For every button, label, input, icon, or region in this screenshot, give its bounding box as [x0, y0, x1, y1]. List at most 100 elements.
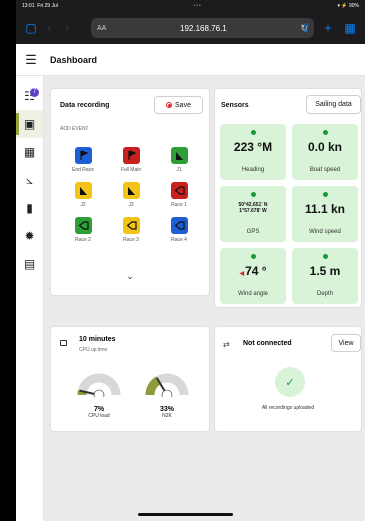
connection-status: Not connected	[243, 340, 292, 347]
check-icon: ✓	[275, 367, 305, 397]
cpu-uptime-value: 10 minutes	[79, 336, 116, 343]
status-dot-icon	[250, 130, 256, 135]
sail-icon	[127, 187, 135, 195]
event-label: J3	[128, 202, 134, 208]
flag-icon	[79, 150, 89, 160]
gauge-value: 7%	[93, 406, 105, 413]
sensor-value-text: 11.1 kn	[304, 202, 346, 216]
sidebar-item-grid[interactable]: ▦	[16, 138, 43, 166]
sensor-value: 11.1 kn	[305, 202, 345, 216]
event-label: Full Main	[120, 167, 142, 173]
event-label: Race 4	[171, 237, 187, 243]
gauge-dial	[77, 373, 121, 401]
notification-badge: 7	[30, 88, 39, 97]
status-date: Fri 29 Jul	[37, 3, 58, 9]
sensor-tile[interactable]: 0.0 kn Boat speed	[292, 124, 358, 180]
sensors-title: Sensors	[221, 102, 249, 109]
sensors-card: Sensors Sailing data 223 °M Heading 0.0 kn…	[214, 88, 362, 308]
event-item[interactable]: J1	[155, 147, 203, 173]
event-label: End Race	[72, 167, 94, 173]
dashboard-icon: ▣	[23, 117, 36, 131]
battery-level: 90%	[348, 3, 359, 9]
sail-icon	[79, 187, 87, 195]
sidebar-item-list[interactable]: ☷ 7	[16, 82, 43, 110]
arrow-left-icon	[174, 186, 185, 195]
event-item[interactable]: Race 1	[155, 182, 203, 208]
tabs-overview-icon[interactable]: ▦	[341, 21, 359, 35]
sensor-value: 223 °M	[234, 140, 272, 154]
forward-icon[interactable]: ›	[58, 21, 76, 35]
view-button[interactable]: View	[331, 334, 361, 352]
new-tab-icon[interactable]: +	[319, 21, 337, 35]
address-bar[interactable]: AA 192.168.76.1 ↻	[91, 18, 314, 38]
status-bar: 13:01 Fri 29 Jul ••• ▾ ⚡ 90%	[16, 0, 365, 12]
event-button[interactable]	[122, 217, 140, 234]
event-item[interactable]: Full Main	[107, 147, 155, 173]
event-item[interactable]: Race 2	[59, 217, 107, 243]
event-label: Race 3	[123, 237, 139, 243]
event-item[interactable]: J3	[107, 182, 155, 208]
event-item[interactable]: Race 3	[107, 217, 155, 243]
status-dot-icon	[322, 130, 328, 135]
sailing-data-button[interactable]: Sailing data	[306, 95, 361, 114]
event-label: Race 1	[171, 202, 187, 208]
sensor-label: Wind angle	[237, 291, 269, 297]
gauge-value: 33%	[159, 406, 174, 413]
reader-aa-button[interactable]: AA	[97, 25, 106, 32]
sensor-value: ◀74 °	[239, 264, 266, 278]
arrow-left-icon	[126, 221, 137, 230]
event-button[interactable]	[170, 182, 188, 199]
add-event-heading: ADD EVENT	[60, 126, 89, 132]
event-button[interactable]	[170, 217, 188, 234]
gauge-label: N2K	[162, 413, 172, 419]
multitask-dots[interactable]: •••	[194, 3, 202, 9]
sail-icon	[175, 152, 183, 160]
sensor-value-text: 1.5 m	[309, 264, 341, 278]
event-item[interactable]: End Race	[59, 147, 107, 173]
sensor-value-line2: 1°57.678' W	[239, 208, 267, 214]
flag-icon	[127, 150, 137, 160]
sidebar-item-files[interactable]: ▮	[16, 194, 43, 222]
sidebar-item-dashboard[interactable]: ▣	[16, 110, 43, 138]
toolbar-right: ⇪ + ▦	[297, 12, 359, 44]
event-button[interactable]	[170, 147, 188, 164]
event-button[interactable]	[74, 217, 92, 234]
save-button[interactable]: Save	[154, 96, 203, 114]
event-item[interactable]: J2	[59, 182, 107, 208]
chevron-down-icon[interactable]: ⌄	[126, 271, 134, 282]
sensor-value-text: 223 °M	[233, 140, 273, 154]
sensor-value: 50°42.651' N 1°57.678' W	[238, 202, 267, 214]
sensor-tile[interactable]: 223 °M Heading	[220, 124, 286, 180]
gauge: 33% N2K	[144, 371, 190, 427]
sidebar-item-chart[interactable]: ⦣	[16, 166, 43, 194]
cpu-card: 10 minutes CPU up time 7% CPU load 33% N2K	[50, 326, 210, 432]
connection-icon: ⇄	[223, 340, 230, 349]
url-text: 192.168.76.1	[180, 23, 227, 33]
sidebar-item-settings[interactable]: ✹	[16, 222, 43, 250]
arrow-left-icon	[174, 221, 185, 230]
event-grid: End Race Full Main J1 J2 J3 Race 1 Race 2 Race …	[59, 147, 239, 243]
sensor-tile[interactable]: 50°42.651' N 1°57.678' W GPS	[220, 186, 286, 242]
connection-card: ⇄ Not connected View ✓ All recordings up…	[214, 326, 362, 432]
event-button[interactable]	[122, 147, 140, 164]
data-recording-card: Data recording Save ADD EVENT End Race Fu…	[50, 88, 210, 296]
gauge: 7% CPU load	[76, 371, 122, 427]
sensor-label: Heading	[241, 167, 265, 173]
sensor-value-text: 74 °	[245, 264, 267, 278]
event-button[interactable]	[122, 182, 140, 199]
save-button-label: Save	[175, 101, 191, 109]
sensor-value: 0.0 kn	[308, 140, 342, 154]
back-icon[interactable]: ‹	[40, 21, 58, 35]
event-item[interactable]: Race 4	[155, 217, 203, 243]
event-button[interactable]	[74, 147, 92, 164]
sidebar-item-storage[interactable]: ▤	[16, 250, 43, 278]
sidebar-toggle-icon[interactable]: ▢	[22, 21, 40, 35]
status-dot-icon	[322, 192, 328, 197]
event-button[interactable]	[74, 182, 92, 199]
sensor-tile[interactable]: ◀74 ° Wind angle	[220, 248, 286, 304]
gear-icon: ✹	[24, 229, 35, 243]
menu-icon[interactable]: ☰	[16, 52, 46, 68]
sensor-tile[interactable]: 11.1 kn Wind speed	[292, 186, 358, 242]
share-icon[interactable]: ⇪	[297, 21, 315, 35]
sensor-tile[interactable]: 1.5 m Depth	[292, 248, 358, 304]
